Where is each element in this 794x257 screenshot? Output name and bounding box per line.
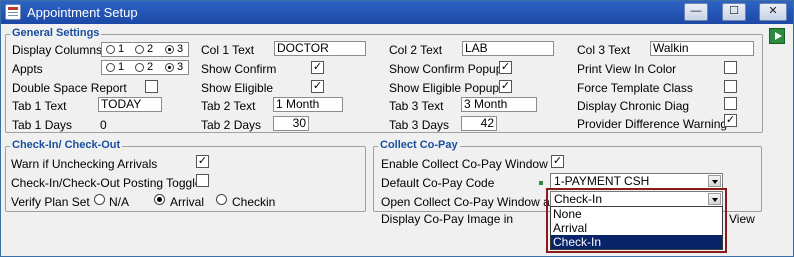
appts-radio-3[interactable]: [165, 63, 174, 72]
required-marker-icon: [539, 181, 543, 185]
tab2-days-label: Tab 2 Days: [201, 118, 262, 132]
show-confirm-checkbox[interactable]: ✓: [311, 61, 324, 74]
verify-na-radio[interactable]: [94, 194, 105, 205]
minimize-button[interactable]: —: [684, 3, 708, 21]
warn-unchecking-arrivals-checkbox[interactable]: ✓: [196, 155, 209, 168]
appts-radio-2[interactable]: [135, 63, 144, 72]
dropdown-option-checkin[interactable]: Check-In: [551, 235, 722, 249]
show-confirm-label: Show Confirm: [201, 62, 277, 76]
show-eligible-popup-checkbox[interactable]: ✓: [499, 80, 512, 93]
checkin-checkout-title: Check-In/ Check-Out: [10, 139, 123, 152]
appts-option-1-label: 1: [118, 61, 125, 73]
display-chronic-diag-checkbox[interactable]: [724, 97, 737, 110]
tab1-text-input[interactable]: TODAY: [98, 97, 162, 112]
col1-text-label: Col 1 Text: [201, 43, 255, 57]
verify-checkin-radio[interactable]: [216, 194, 227, 205]
play-icon[interactable]: [769, 28, 785, 44]
enable-copay-window-label: Enable Collect Co-Pay Window: [381, 157, 548, 171]
tab1-text-label: Tab 1 Text: [12, 99, 67, 113]
show-confirm-popup-label: Show Confirm Popup: [389, 62, 503, 76]
chevron-down-icon[interactable]: [708, 175, 721, 187]
app-icon: [5, 4, 21, 20]
open-copay-window-value: Check-In: [554, 192, 603, 206]
tab3-days-label: Tab 3 Days: [389, 118, 450, 132]
title-bar: Appointment Setup — ☐ ✕: [1, 1, 793, 24]
default-copay-code-select[interactable]: 1-PAYMENT CSH: [550, 173, 723, 189]
dropdown-option-none[interactable]: None: [551, 207, 722, 221]
open-copay-window-dropdown: None Arrival Check-In: [550, 206, 723, 250]
show-eligible-popup-label: Show Eligible Popup: [389, 81, 500, 95]
display-columns-radio-3[interactable]: [165, 45, 174, 54]
default-copay-code-label: Default Co-Pay Code: [381, 176, 495, 190]
col2-text-input[interactable]: LAB: [462, 41, 554, 56]
verify-checkin-label: Checkin: [232, 195, 276, 209]
tab2-text-input[interactable]: 1 Month: [273, 97, 343, 112]
verify-arrival-radio[interactable]: [154, 194, 165, 205]
warn-unchecking-arrivals-label: Warn if Unchecking Arrivals: [11, 157, 158, 171]
verify-na-label: N/A: [109, 195, 130, 209]
tab3-text-input[interactable]: 3 Month: [461, 97, 537, 112]
appts-radio-group[interactable]: 1 2 3: [101, 60, 189, 75]
tab3-days-input[interactable]: 42: [461, 116, 497, 131]
col3-text-input[interactable]: Walkin: [650, 41, 754, 56]
print-view-color-label: Print View In Color: [577, 62, 677, 76]
collect-copay-title: Collect Co-Pay: [378, 139, 460, 152]
display-columns-option-2-label: 2: [147, 43, 154, 55]
verify-plan-set-label: Verify Plan Set: [11, 195, 90, 209]
show-eligible-checkbox[interactable]: ✓: [311, 80, 324, 93]
show-eligible-label: Show Eligible: [201, 81, 274, 95]
appts-option-3-label: 3: [177, 61, 184, 73]
tab2-text-label: Tab 2 Text: [201, 99, 256, 113]
appointment-setup-window: Appointment Setup — ☐ ✕ General Settings…: [0, 0, 794, 257]
force-template-class-label: Force Template Class: [577, 81, 693, 95]
open-copay-window-label: Open Collect Co-Pay Window at: [381, 195, 554, 209]
enable-copay-window-checkbox[interactable]: ✓: [551, 155, 564, 168]
display-chronic-diag-label: Display Chronic Diag: [577, 99, 690, 113]
display-columns-option-3-label: 3: [177, 43, 184, 55]
display-columns-label: Display Columns: [12, 43, 103, 57]
show-confirm-popup-checkbox[interactable]: ✓: [499, 61, 512, 74]
posting-toggle-label: Check-In/Check-Out Posting Toggle: [11, 176, 202, 190]
tab1-days-value[interactable]: 0: [100, 118, 107, 132]
window-title: Appointment Setup: [27, 5, 138, 20]
col3-text-label: Col 3 Text: [577, 43, 631, 57]
print-view-color-checkbox[interactable]: [724, 61, 737, 74]
display-columns-radio-group[interactable]: 1 2 3: [101, 42, 189, 57]
display-columns-radio-1[interactable]: [106, 45, 115, 54]
provider-difference-warning-label: Provider Difference Warning: [577, 117, 728, 131]
dropdown-option-arrival[interactable]: Arrival: [551, 221, 722, 235]
display-columns-radio-2[interactable]: [135, 45, 144, 54]
display-copay-image-trailing: View: [729, 212, 755, 226]
tab1-days-label: Tab 1 Days: [12, 118, 73, 132]
double-space-report-label: Double Space Report: [12, 81, 127, 95]
posting-toggle-checkbox[interactable]: [196, 174, 209, 187]
provider-difference-warning-checkbox[interactable]: ✓: [724, 114, 737, 127]
general-settings-title: General Settings: [10, 27, 102, 40]
verify-arrival-label: Arrival: [170, 195, 205, 209]
display-copay-image-label: Display Co-Pay Image in: [381, 212, 514, 226]
force-template-class-checkbox[interactable]: [724, 80, 737, 93]
tab3-text-label: Tab 3 Text: [389, 99, 444, 113]
double-space-report-checkbox[interactable]: [145, 80, 158, 93]
col2-text-label: Col 2 Text: [389, 43, 443, 57]
chevron-down-icon[interactable]: [708, 193, 721, 205]
col1-text-input[interactable]: DOCTOR: [274, 41, 366, 56]
tab2-days-input[interactable]: 30: [273, 116, 309, 131]
maximize-button[interactable]: ☐: [722, 3, 746, 21]
appts-option-2-label: 2: [147, 61, 154, 73]
open-copay-window-select[interactable]: Check-In: [550, 191, 723, 207]
appts-radio-1[interactable]: [106, 63, 115, 72]
display-columns-option-1-label: 1: [118, 43, 125, 55]
default-copay-code-value: 1-PAYMENT CSH: [554, 174, 650, 188]
appts-label: Appts: [12, 62, 43, 76]
close-button[interactable]: ✕: [759, 3, 787, 21]
